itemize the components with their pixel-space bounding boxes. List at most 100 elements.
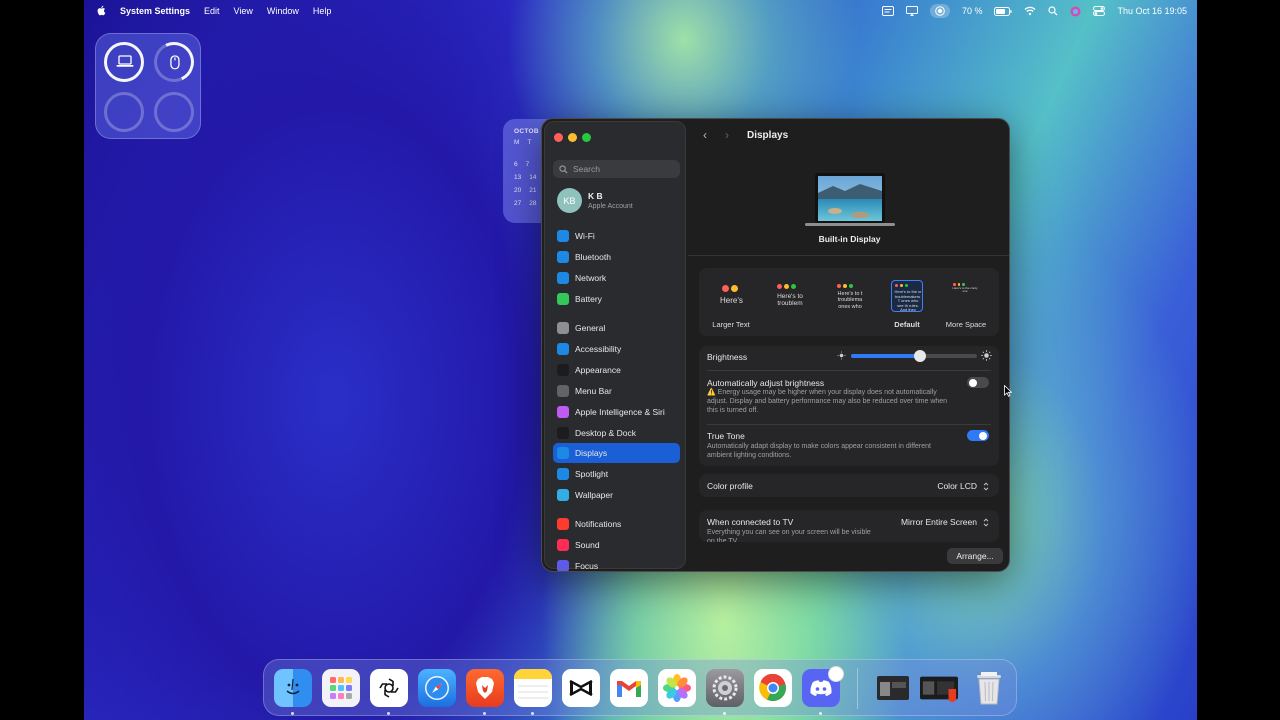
dock-trash[interactable] (970, 669, 1008, 707)
close-button[interactable] (554, 133, 563, 142)
dock-launchpad[interactable] (322, 669, 360, 707)
dock-capcut[interactable] (562, 669, 600, 707)
dock-icon (557, 427, 569, 439)
sidebar-item-general[interactable]: General (553, 318, 680, 338)
brightness-slider-knob[interactable] (914, 350, 927, 362)
apple-menu-icon[interactable] (96, 5, 106, 18)
wifi-icon[interactable] (1024, 6, 1036, 16)
calendar-day: 21 (529, 187, 537, 194)
sidebar-item-accessibility[interactable]: Accessibility (553, 339, 680, 359)
system-settings-window: Search KB K B Apple Account Wi-Fi Bluetoo… (541, 118, 1010, 572)
battery-icon[interactable] (994, 6, 1012, 16)
dock-safari[interactable] (418, 669, 456, 707)
arrange-button[interactable]: Arrange... (947, 548, 1003, 564)
tv-mode-select[interactable]: Mirror Entire Screen (901, 517, 989, 527)
running-indicator (723, 712, 726, 715)
sidebar-item-appearance[interactable]: Appearance (553, 360, 680, 380)
brightness-label: Brightness (707, 352, 748, 362)
sidebar-item-label: Notifications (575, 519, 622, 529)
menu-view[interactable]: View (234, 6, 253, 16)
search-field[interactable]: Search (553, 160, 680, 178)
resolution-default[interactable]: Here's to the cr troublemakers. T ones w… (885, 280, 929, 329)
moon-icon (557, 560, 569, 571)
minimize-button[interactable] (568, 133, 577, 142)
calendar-day: 7 (525, 161, 530, 168)
sidebar-item-wallpaper[interactable]: Wallpaper (553, 485, 680, 505)
sidebar-item-spotlight[interactable]: Spotlight (553, 464, 680, 484)
sidebar-item-network[interactable]: Network (553, 268, 680, 288)
forward-button[interactable]: › (718, 127, 736, 143)
sidebar-item-label: Spotlight (575, 469, 609, 479)
sidebar-item-label: Network (575, 273, 607, 283)
dock-notes[interactable] (514, 669, 552, 707)
menu-help[interactable]: Help (313, 6, 332, 16)
sidebar-item-displays[interactable]: Displays (553, 443, 680, 463)
menu-clock[interactable]: Thu Oct 16 19:05 (1117, 6, 1187, 16)
search-placeholder: Search (573, 164, 600, 174)
control-center-icon[interactable] (1093, 6, 1106, 16)
calendar-day: 20 (514, 187, 522, 194)
status-menu-icon[interactable] (881, 6, 894, 16)
color-profile-value: Color LCD (937, 481, 977, 491)
sidebar-item-desktop-dock[interactable]: Desktop & Dock (553, 423, 680, 443)
sidebar-item-label: Desktop & Dock (575, 428, 636, 438)
sidebar-item-battery[interactable]: Battery (553, 289, 680, 309)
toggle-knob (969, 378, 977, 387)
back-button[interactable]: ‹ (696, 127, 714, 143)
sidebar-item-bluetooth[interactable]: Bluetooth (553, 247, 680, 267)
sidebar-item-wi-fi[interactable]: Wi-Fi (553, 226, 680, 246)
accessibility-icon (557, 343, 569, 355)
dock-gmail[interactable] (610, 669, 648, 707)
menu-edit[interactable]: Edit (204, 6, 220, 16)
auto-brightness-toggle[interactable] (967, 377, 989, 388)
resolution-option-2[interactable]: Here's to troublem (766, 280, 810, 320)
bluetooth-icon (557, 251, 569, 263)
search-icon[interactable] (1048, 6, 1058, 16)
dock-system-settings[interactable] (706, 669, 744, 707)
dock-chrome[interactable] (754, 669, 792, 707)
color-profile-select[interactable]: Color LCD (937, 481, 989, 491)
color-profile-card: Color profile Color LCD (699, 474, 999, 497)
calendar-day: 6 (514, 161, 518, 168)
dock-brave[interactable] (466, 669, 504, 707)
true-tone-toggle[interactable] (967, 430, 989, 441)
tv-mode-value: Mirror Entire Screen (900, 517, 977, 527)
screen-recording-indicator[interactable] (929, 4, 950, 18)
true-tone-label: True Tone (707, 431, 745, 441)
divider (688, 255, 1009, 256)
sidebar-item-menu-bar[interactable]: Menu Bar (553, 381, 680, 401)
siri-icon[interactable] (1070, 6, 1081, 17)
sidebar-item-focus[interactable]: Focus (553, 556, 680, 571)
true-tone-description: Automatically adapt display to make colo… (707, 443, 931, 460)
apple-account[interactable]: KB K B Apple Account (557, 188, 633, 213)
separator (707, 424, 991, 425)
resolution-sample: Here's to the crazy one (952, 286, 978, 294)
sidebar-item-apple-intelligence-siri[interactable]: Apple Intelligence & Siri (553, 402, 680, 422)
appearance-icon (557, 364, 569, 376)
menu-app-name[interactable]: System Settings (120, 6, 190, 16)
resolution-option-3[interactable]: Here's to t troublema ones who (826, 280, 870, 320)
sidebar-item-label: Focus (575, 561, 599, 571)
resolution-more-space[interactable]: Here's to the crazy one More Space (944, 280, 988, 329)
menu-window[interactable]: Window (267, 6, 299, 16)
sidebar-item-sound[interactable]: Sound (553, 535, 680, 555)
sidebar-item-notifications[interactable]: Notifications (553, 514, 680, 534)
resolution-larger-text[interactable]: Here's Larger Text (709, 280, 753, 329)
zoom-button[interactable] (582, 133, 591, 142)
globe-icon (557, 272, 569, 284)
dock-finder[interactable] (274, 669, 312, 707)
dock-chatgpt[interactable] (370, 669, 408, 707)
batteries-widget[interactable] (95, 33, 201, 139)
macbook-display-image (805, 173, 895, 226)
search-icon (559, 164, 568, 174)
dock-photos[interactable] (658, 669, 696, 707)
desktop: System Settings Edit View Window Help 70… (84, 0, 1197, 720)
dock-recent-window-1[interactable] (874, 669, 912, 707)
resolution-picker: Here's Larger Text Here's to troublem He… (699, 268, 999, 336)
screen-mirroring-icon[interactable] (905, 6, 918, 16)
resolution-thumbnail: Here's to the cr troublemakers. T ones w… (891, 280, 923, 312)
brightness-slider[interactable] (851, 350, 977, 362)
sidebar-item-label: General (575, 323, 606, 333)
calendar-weekday: M (514, 139, 520, 146)
dock-recent-window-2[interactable] (920, 669, 958, 707)
